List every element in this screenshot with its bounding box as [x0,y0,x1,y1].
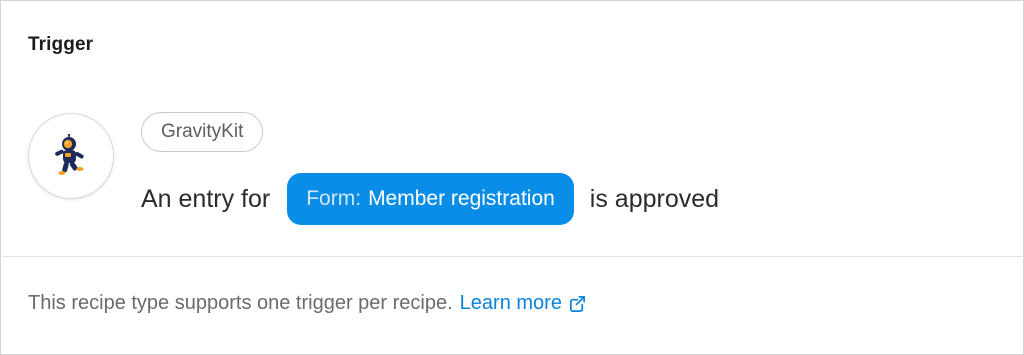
learn-more-label: Learn more [459,292,562,314]
trigger-card: Trigger GravityKit An entry for Form: Me… [0,0,1024,355]
astronaut-icon [28,113,114,199]
card-title: Trigger [28,34,94,55]
footer-note: This recipe type supports one trigger pe… [28,292,587,315]
divider [2,256,1024,257]
sentence-prefix: An entry for [141,184,271,213]
learn-more-link[interactable]: Learn more [460,292,587,315]
token-field-label: Form: [306,187,362,210]
form-token-button[interactable]: Form: Member registration [287,173,574,225]
trigger-sentence: An entry for Form: Member registration i… [141,172,719,226]
footer-text: This recipe type supports one trigger pe… [28,292,453,314]
integration-badge: GravityKit [141,112,264,152]
sentence-suffix: is approved [589,184,720,213]
token-value: Member registration [368,187,555,210]
external-link-icon [569,295,585,312]
